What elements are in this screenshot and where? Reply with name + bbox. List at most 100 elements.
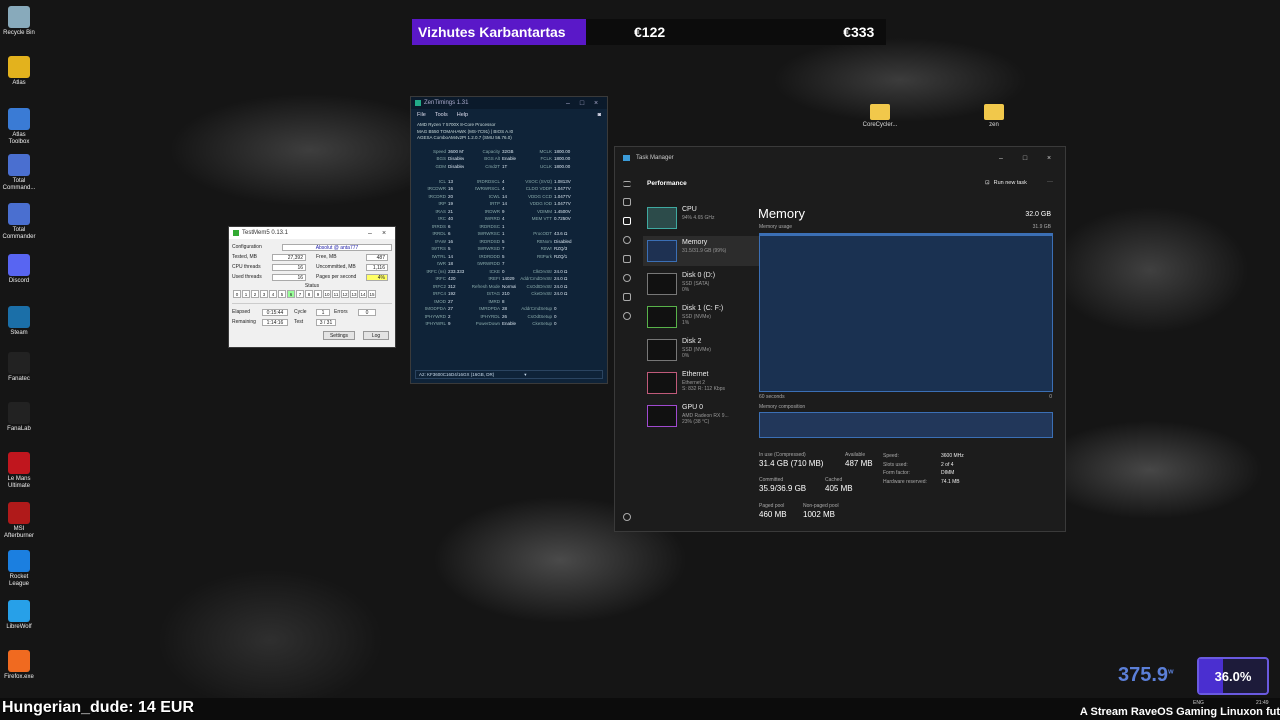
donation-amount-current: €122 — [634, 24, 666, 40]
stat-paged-pool: Paged pool 460 MB — [759, 503, 787, 519]
menu-icon[interactable] — [623, 181, 631, 187]
desktop-icon[interactable]: Steam — [2, 306, 36, 337]
desktop-icon[interactable]: MSI Afterburner — [2, 502, 36, 540]
desktop-icon[interactable]: Atlas — [2, 56, 36, 87]
dimm-select[interactable]: A2: KF3600C16D4/16GX (16GB, DR) ▾ — [415, 370, 603, 379]
timing-value: 24.0 Ω — [554, 276, 568, 281]
system-info: AMD Ryzen 7 5700X 8-Core Processor MAG B… — [411, 121, 607, 148]
timing-label: CLDO VDDP — [525, 186, 552, 191]
timing-value: 1 — [502, 231, 505, 236]
desktop-icon[interactable]: Total Command... — [2, 154, 36, 192]
timing-label: FCLK — [540, 156, 552, 161]
processes-icon[interactable] — [623, 198, 631, 206]
timing-label: tRDRDSD — [479, 238, 500, 244]
services-icon[interactable] — [623, 312, 631, 320]
desktop-icon[interactable]: Fanatec — [2, 352, 36, 383]
history-icon[interactable] — [623, 236, 631, 244]
timing-value: 14 — [502, 193, 508, 199]
menu-help[interactable]: Help — [457, 112, 468, 118]
close-icon[interactable]: × — [377, 230, 391, 237]
maximize-icon[interactable]: □ — [575, 100, 589, 107]
desktop-icon[interactable]: Le Mans Ultimate — [2, 452, 36, 490]
perf-item[interactable]: GPU 0 AMD Radeon RX 9... 23% (38 °C) — [643, 401, 759, 431]
perf-thumbnail — [647, 306, 677, 328]
taskmanager-titlebar[interactable]: Task Manager – □ × — [615, 147, 1065, 169]
testmem-titlebar[interactable]: TestMem5 0.13.1 – × — [229, 227, 395, 239]
timing-label: Capacity — [482, 148, 500, 154]
timing-label: tRRDL — [432, 231, 446, 236]
timing-value: 192 — [448, 291, 456, 296]
desktop-icon[interactable]: Atlas Toolbox — [2, 108, 36, 146]
timing-value: 32GB — [502, 148, 514, 154]
desktop-icon[interactable]: Rocket League — [2, 550, 36, 588]
desktop-icon-label: Le Mans Ultimate — [7, 476, 31, 489]
config-value[interactable]: Absolut @ anta777 — [282, 243, 392, 251]
test-label: Test — [294, 319, 304, 325]
more-options-icon[interactable]: ··· — [1047, 179, 1053, 185]
app-icon — [8, 452, 30, 474]
zentimings-window[interactable]: ZenTimings 1.31 – □ × File Tools Help ◙ … — [410, 96, 608, 384]
minimize-icon[interactable]: – — [989, 155, 1013, 162]
window-title: Task Manager — [636, 155, 674, 161]
folder-corecycler[interactable]: CoreCycler... — [862, 104, 898, 128]
seconds-label: 60 seconds — [759, 394, 785, 400]
perf-item[interactable]: CPU 94% 4.65 GHz — [643, 203, 759, 233]
close-icon[interactable]: × — [1037, 155, 1061, 162]
desktop-icon[interactable]: Total Commander — [2, 203, 36, 241]
desktop-icon-label: Fanatec — [8, 376, 30, 382]
testmem-window[interactable]: TestMem5 0.13.1 – × Configuration Absolu… — [228, 226, 396, 348]
minimize-icon[interactable]: – — [363, 230, 377, 237]
perf-item[interactable]: Disk 0 (D:) SSD (SATA) 0% — [643, 269, 759, 299]
timing-label: tRAS — [435, 208, 446, 214]
performance-icon[interactable] — [623, 217, 631, 225]
timing-value: 1.0813V — [554, 178, 571, 184]
timing-value: 4 — [502, 216, 505, 221]
startup-icon[interactable] — [623, 255, 631, 263]
perf-item[interactable]: Memory 31.5/31.9 GB (99%) — [643, 236, 759, 266]
log-button[interactable]: Log — [363, 331, 389, 340]
status-cell: 15 — [368, 290, 376, 298]
minimize-icon[interactable]: – — [561, 100, 575, 107]
perf-item[interactable]: Ethernet Ethernet 2 S: 832 R: 112 Kbps — [643, 368, 759, 398]
app-icon — [233, 230, 239, 236]
menu-tools[interactable]: Tools — [435, 112, 448, 118]
perf-title: Disk 0 (D:) — [682, 272, 716, 279]
timing-value: 1800.00 — [554, 163, 571, 169]
settings-icon[interactable] — [623, 513, 631, 521]
timing-value: 6 — [448, 223, 451, 229]
perf-sub: 31.5/31.9 GB (99%) — [682, 248, 726, 254]
zentimings-titlebar[interactable]: ZenTimings 1.31 – □ × — [411, 97, 607, 109]
app-icon — [8, 6, 30, 28]
timing-value — [448, 170, 464, 178]
desktop-icon[interactable]: Firefox.exe — [2, 650, 36, 681]
desktop-icon[interactable]: LibreWolf — [2, 600, 36, 631]
settings-button[interactable]: Settings — [323, 331, 355, 340]
desktop-icon[interactable]: Discord — [2, 254, 36, 285]
timing-label: tRFC2 — [432, 283, 446, 289]
test-value: 3 / 31 — [316, 318, 336, 326]
status-cell: 0 — [233, 290, 241, 298]
folder-label: CoreCycler... — [862, 122, 898, 128]
run-new-task-button[interactable]: ⊡ Run new task — [985, 180, 1027, 186]
users-icon[interactable] — [623, 274, 631, 282]
maximize-icon[interactable]: □ — [1013, 155, 1037, 162]
desktop-icon[interactable]: FanaLab — [2, 402, 36, 433]
donor-text: Hungerian_dude: 14 EUR — [2, 699, 195, 716]
stat-committed: Committed 35.9/36.9 GB — [759, 477, 807, 493]
taskmanager-window[interactable]: Task Manager – □ × Performance ⊡ Run new… — [614, 146, 1066, 532]
details-icon[interactable] — [623, 293, 631, 301]
perf-item[interactable]: Disk 1 (C: F:) SSD (NVMe) 1% — [643, 302, 759, 332]
status-cell: 1 — [242, 290, 250, 298]
folder-zen[interactable]: zen — [976, 104, 1012, 128]
timing-label: tPHYRDL — [480, 313, 500, 319]
close-icon[interactable]: × — [589, 100, 603, 107]
timing-label: Speed — [432, 148, 446, 154]
camera-icon[interactable]: ◙ — [598, 112, 601, 118]
timing-label: UCLK — [539, 163, 552, 169]
timing-value: 5 — [502, 253, 505, 259]
menu-file[interactable]: File — [417, 112, 426, 118]
perf-item[interactable]: Disk 2 SSD (NVMe) 0% — [643, 335, 759, 365]
desktop-icon[interactable]: Recycle Bin — [2, 6, 36, 37]
timing-value: 16 — [448, 238, 454, 244]
perf-sub-line: S: 832 R: 112 Kbps — [682, 386, 725, 392]
